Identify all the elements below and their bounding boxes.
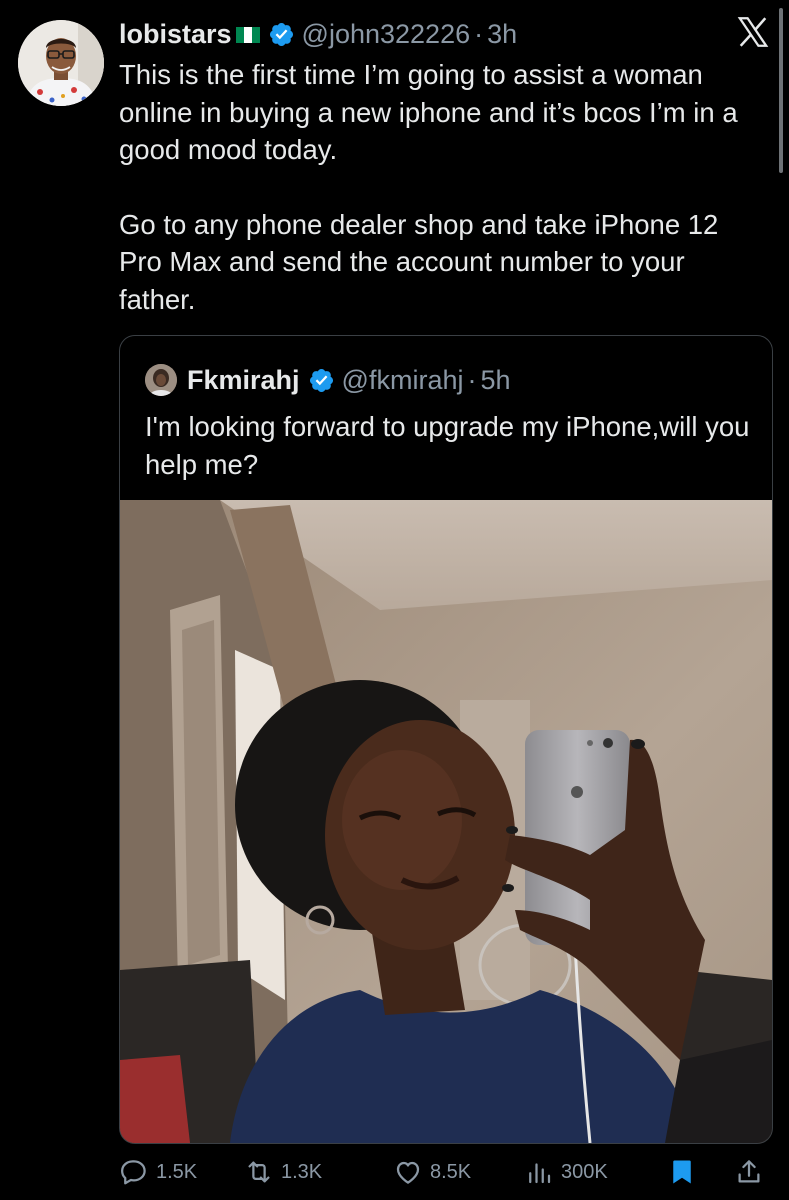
heart-icon (396, 1161, 420, 1184)
views-button[interactable]: 300K (524, 1152, 608, 1192)
share-icon (738, 1160, 760, 1183)
tweet-actions: 1.5K 1.3K 8.5K 300K (0, 1152, 789, 1192)
retweet-count: 1.3K (281, 1160, 323, 1183)
quoted-author-avatar[interactable] (145, 364, 177, 396)
author-avatar[interactable] (18, 20, 104, 106)
share-button[interactable] (734, 1152, 764, 1192)
views-icon (529, 1163, 551, 1184)
quoted-header-separator: · (467, 364, 477, 395)
quoted-tweet-header: Fkmirahj @fkmirahj · 5h (145, 363, 511, 397)
tweet-text: This is the first time I’m going to assi… (119, 56, 764, 318)
quoted-tweet-timestamp[interactable]: 5h (480, 365, 510, 396)
reply-count: 1.5K (156, 1160, 198, 1183)
quoted-tweet-photo[interactable] (120, 500, 772, 1143)
quoted-avatar-photo (145, 364, 177, 396)
views-count: 300K (561, 1160, 608, 1183)
like-button[interactable]: 8.5K (393, 1152, 471, 1192)
nigeria-flag-icon (235, 27, 260, 43)
tweet-timestamp[interactable]: 3h (487, 19, 517, 50)
author-handle[interactable]: @john322226 (302, 19, 471, 50)
header-separator: · (474, 18, 484, 49)
reply-button[interactable]: 1.5K (119, 1152, 197, 1192)
retweet-button[interactable]: 1.3K (244, 1152, 322, 1192)
x-logo-icon[interactable] (735, 14, 771, 50)
retweet-icon (248, 1161, 270, 1183)
bookmark-button[interactable] (667, 1152, 697, 1192)
like-count: 8.5K (430, 1160, 472, 1183)
quoted-tweet-card[interactable]: Fkmirahj @fkmirahj · 5h I'm looking forw… (119, 335, 773, 1144)
bookmark-icon (673, 1160, 691, 1184)
quoted-author-display-name[interactable]: Fkmirahj (187, 365, 300, 396)
tweet-header: lobistars @john322226 · 3h (119, 16, 517, 52)
tweet-paragraph: Go to any phone dealer shop and take iPh… (119, 208, 719, 315)
author-display-name[interactable]: lobistars (119, 19, 232, 50)
photo-icon (120, 500, 772, 1143)
tweet-paragraph: This is the first time I’m going to assi… (119, 59, 738, 165)
verified-badge-icon (269, 22, 293, 46)
quoted-author-handle[interactable]: @fkmirahj (342, 365, 464, 396)
reply-icon (121, 1160, 146, 1185)
verified-badge-icon (309, 368, 333, 392)
scrollbar[interactable] (779, 8, 783, 173)
quoted-tweet-text: I'm looking forward to upgrade my iPhone… (145, 411, 750, 480)
avatar-photo (18, 20, 104, 106)
